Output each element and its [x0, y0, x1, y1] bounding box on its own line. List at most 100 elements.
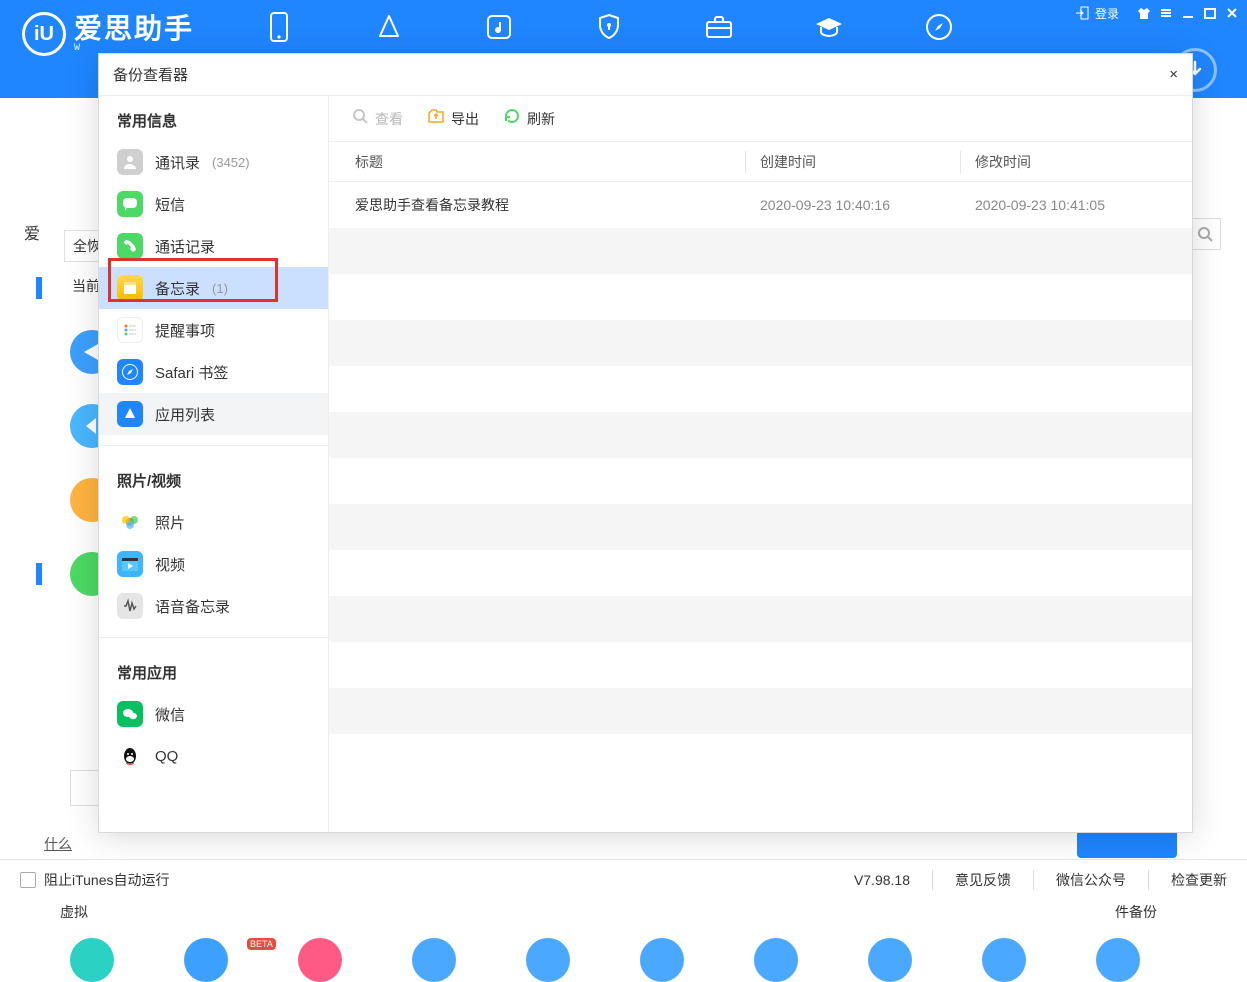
- notes-icon: [117, 275, 143, 301]
- login-label[interactable]: 登录: [1095, 5, 1119, 22]
- refresh-button[interactable]: 刷新: [503, 107, 555, 130]
- table-header: 标题 创建时间 修改时间: [329, 142, 1192, 182]
- table-row-empty: .: [329, 734, 1192, 780]
- sidebar-item-qq[interactable]: QQ: [99, 735, 328, 777]
- brand-name: 爱思助手: [74, 15, 194, 43]
- videos-label: 视频: [155, 554, 185, 575]
- sidebar-item-applist[interactable]: 应用列表: [99, 393, 328, 435]
- sidebar-item-voicememo[interactable]: 语音备忘录: [99, 585, 328, 627]
- qq-icon: [117, 743, 143, 769]
- col-sep-1: [745, 151, 746, 173]
- col-sep-2: [960, 151, 961, 173]
- sidebar-divider-2: [99, 637, 328, 638]
- sidebar-item-reminders[interactable]: 提醒事项: [99, 309, 328, 351]
- sidebar-item-sms[interactable]: 短信: [99, 183, 328, 225]
- view-label: 查看: [375, 109, 403, 129]
- content-toolbar: 查看 导出 刷新: [329, 96, 1192, 142]
- row-created: 2020-09-23 10:40:16: [760, 197, 960, 213]
- update-link[interactable]: 检查更新: [1148, 870, 1227, 890]
- phone-icon: [117, 233, 143, 259]
- view-button[interactable]: 查看: [351, 107, 403, 130]
- sidebar-item-calls[interactable]: 通话记录: [99, 225, 328, 267]
- col-title[interactable]: 标题: [355, 152, 745, 172]
- sidebar-item-safari[interactable]: Safari 书签: [99, 351, 328, 393]
- view-icon: [351, 107, 369, 130]
- bg-title: 爱: [24, 220, 40, 244]
- calls-label: 通话记录: [155, 236, 215, 257]
- close-window-icon[interactable]: [1223, 4, 1241, 22]
- voicememo-icon: [117, 593, 143, 619]
- voicememo-label: 语音备忘录: [155, 596, 230, 617]
- table-row[interactable]: 爱思助手查看备忘录教程 2020-09-23 10:40:16 2020-09-…: [329, 182, 1192, 228]
- app-logo: iU 爱思助手 W: [0, 12, 194, 56]
- sidebar-divider-1: [99, 445, 328, 446]
- bg-search-icon[interactable]: [1189, 218, 1221, 250]
- prevent-itunes-checkbox[interactable]: [20, 872, 36, 888]
- nav-toolbox-icon[interactable]: [704, 12, 734, 42]
- backup-viewer-modal: 备份查看器 × 常用信息 通讯录 (3452) 短信: [98, 53, 1193, 833]
- videos-icon: [117, 551, 143, 577]
- nav-education-icon[interactable]: [814, 12, 844, 42]
- prevent-itunes-label: 阻止iTunes自动运行: [44, 870, 170, 890]
- table-row-empty: .: [329, 320, 1192, 366]
- nav-compass-icon[interactable]: [924, 12, 954, 42]
- export-label: 导出: [451, 109, 479, 129]
- nav-music-icon[interactable]: [484, 12, 514, 42]
- nav-appstore-icon[interactable]: [374, 12, 404, 42]
- bg-beta-badge: BETA: [247, 938, 276, 950]
- section-apps: 常用应用: [99, 648, 328, 693]
- applist-icon: [117, 401, 143, 427]
- section-media: 照片/视频: [99, 456, 328, 501]
- safari-icon: [117, 359, 143, 385]
- photos-label: 照片: [155, 512, 185, 533]
- table-row-empty: .: [329, 504, 1192, 550]
- col-modified[interactable]: 修改时间: [975, 152, 1166, 172]
- modal-close-icon[interactable]: ×: [1169, 66, 1178, 83]
- applist-label: 应用列表: [155, 404, 215, 425]
- nav-bar: [264, 12, 954, 42]
- wechat-icon: [117, 701, 143, 727]
- export-button[interactable]: 导出: [427, 107, 479, 130]
- minimize-icon[interactable]: [1179, 4, 1197, 22]
- nav-device-icon[interactable]: [264, 12, 294, 42]
- wechat-link[interactable]: 微信公众号: [1033, 870, 1126, 890]
- refresh-icon: [503, 107, 521, 130]
- sidebar-item-videos[interactable]: 视频: [99, 543, 328, 585]
- feedback-link[interactable]: 意见反馈: [932, 870, 1011, 890]
- refresh-label: 刷新: [527, 109, 555, 129]
- contacts-icon: [117, 149, 143, 175]
- col-created[interactable]: 创建时间: [760, 152, 960, 172]
- modal-title: 备份查看器: [113, 64, 188, 85]
- table-row-empty: .: [329, 274, 1192, 320]
- sidebar-item-contacts[interactable]: 通讯录 (3452): [99, 141, 328, 183]
- modal-content: 查看 导出 刷新 标题 创建时间: [329, 96, 1192, 832]
- contacts-count: (3452): [212, 155, 250, 170]
- photos-icon: [117, 509, 143, 535]
- sidebar-item-notes[interactable]: 备忘录 (1): [99, 267, 328, 309]
- table-row-empty: .: [329, 550, 1192, 596]
- shirt-icon[interactable]: [1135, 4, 1153, 22]
- nav-shield-icon[interactable]: [594, 12, 624, 42]
- maximize-icon[interactable]: [1201, 4, 1219, 22]
- table-row-empty: .: [329, 412, 1192, 458]
- status-bar: 阻止iTunes自动运行 V7.98.18 意见反馈 微信公众号 检查更新: [0, 859, 1247, 899]
- bg-dot-row: [70, 938, 1140, 982]
- qq-label: QQ: [155, 748, 178, 765]
- sidebar-item-photos[interactable]: 照片: [99, 501, 328, 543]
- bg-current-label: 当前: [72, 276, 100, 296]
- contacts-label: 通讯录: [155, 152, 200, 173]
- brand-sub: W: [74, 43, 194, 54]
- reminders-icon: [117, 317, 143, 343]
- sms-icon: [117, 191, 143, 217]
- version-label: V7.98.18: [854, 872, 910, 888]
- sidebar-item-wechat[interactable]: 微信: [99, 693, 328, 735]
- modal-sidebar: 常用信息 通讯录 (3452) 短信 通话记录: [99, 96, 329, 832]
- login-icon[interactable]: [1073, 4, 1091, 22]
- table-body: 爱思助手查看备忘录教程 2020-09-23 10:40:16 2020-09-…: [329, 182, 1192, 832]
- bg-vm-label: 虚拟: [60, 902, 88, 922]
- bg-link[interactable]: 什么: [44, 834, 72, 854]
- section-common: 常用信息: [99, 96, 328, 141]
- menu-icon[interactable]: [1157, 4, 1175, 22]
- logo-icon: iU: [22, 12, 66, 56]
- table-row-empty: .: [329, 458, 1192, 504]
